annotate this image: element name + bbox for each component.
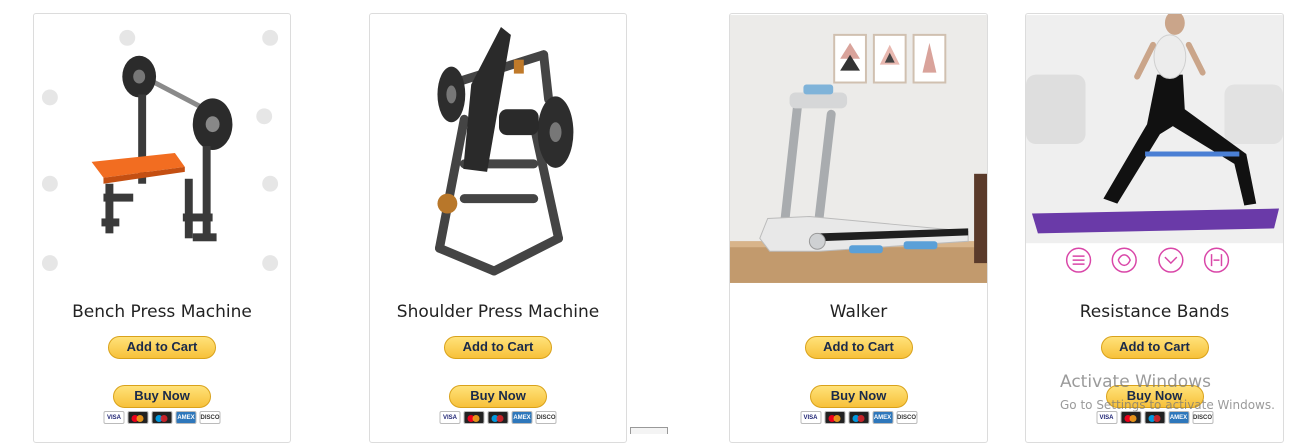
discover-card-icon: DISCOVER bbox=[896, 411, 917, 424]
amex-card-icon: AMEX bbox=[175, 411, 197, 424]
product-title: Resistance Bands bbox=[1079, 302, 1230, 322]
add-to-cart-button[interactable]: Add to Cart bbox=[804, 336, 913, 359]
visa-card-icon: VISA bbox=[1096, 411, 1117, 424]
amex-card-icon: AMEX bbox=[872, 411, 893, 424]
product-title: Shoulder Press Machine bbox=[396, 302, 600, 322]
amex-card-icon: AMEX bbox=[1168, 411, 1189, 424]
buy-now-button[interactable]: Buy Now bbox=[809, 385, 908, 408]
treadmill-image[interactable] bbox=[730, 14, 987, 284]
maestro-icon bbox=[151, 411, 173, 424]
product-title: Walker bbox=[829, 302, 888, 322]
amex-card-icon: AMEX bbox=[511, 411, 533, 424]
payment-cards: VISA AMEX DISCOVER bbox=[439, 411, 557, 424]
payment-cards: VISA AMEX DISCOVER bbox=[1096, 411, 1213, 424]
maestro-icon bbox=[848, 411, 869, 424]
visa-card-icon: VISA bbox=[103, 411, 125, 424]
add-to-cart-button[interactable]: Add to Cart bbox=[444, 336, 552, 359]
mastercard-icon bbox=[1120, 411, 1141, 424]
payment-cards: VISA AMEX DISCOVER bbox=[103, 411, 221, 424]
mastercard-icon bbox=[824, 411, 845, 424]
mastercard-icon bbox=[127, 411, 149, 424]
discover-card-icon: DISCOVER bbox=[1192, 411, 1213, 424]
discover-card-icon: DISCOVER bbox=[199, 411, 221, 424]
resistance-bands-image[interactable] bbox=[1026, 14, 1283, 284]
product-card: Shoulder Press Machine Add to Cart Buy N… bbox=[369, 13, 627, 443]
mastercard-icon bbox=[463, 411, 485, 424]
shoulder-press-image[interactable] bbox=[370, 14, 626, 284]
visa-card-icon: VISA bbox=[439, 411, 461, 424]
product-card: Bench Press Machine Add to Cart Buy Now … bbox=[33, 13, 291, 443]
product-title: Bench Press Machine bbox=[72, 302, 252, 322]
activate-windows-title: Activate Windows bbox=[1060, 372, 1211, 392]
visa-card-icon: VISA bbox=[800, 411, 821, 424]
product-card: Walker Add to Cart Buy Now VISA AMEX DIS… bbox=[729, 13, 988, 443]
payment-cards: VISA AMEX DISCOVER bbox=[800, 411, 917, 424]
buy-now-button[interactable]: Buy Now bbox=[113, 385, 211, 408]
add-to-cart-button[interactable]: Add to Cart bbox=[108, 336, 216, 359]
maestro-icon bbox=[487, 411, 509, 424]
discover-card-icon: DISCOVER bbox=[535, 411, 557, 424]
activate-windows-subtitle: Go to Settings to activate Windows. bbox=[1060, 398, 1275, 412]
maestro-icon bbox=[1144, 411, 1165, 424]
add-to-cart-button[interactable]: Add to Cart bbox=[1100, 336, 1209, 359]
buy-now-button[interactable]: Buy Now bbox=[449, 385, 547, 408]
bench-press-image[interactable] bbox=[34, 14, 290, 284]
